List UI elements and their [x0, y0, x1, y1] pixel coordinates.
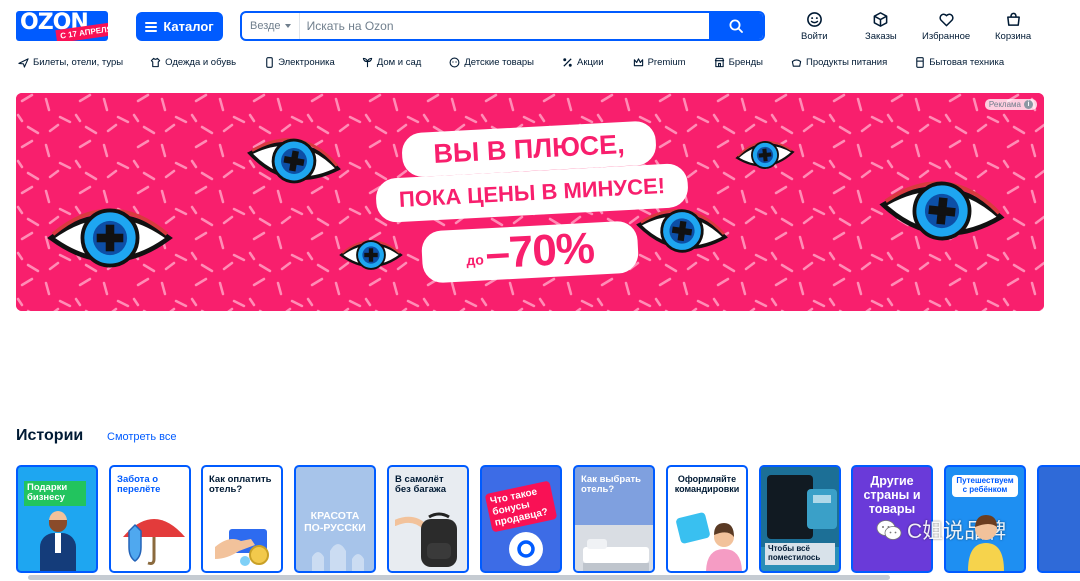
appliance-icon	[916, 56, 925, 68]
search-button[interactable]	[709, 13, 763, 39]
category-label: Premium	[647, 56, 686, 68]
user-face-icon	[806, 12, 822, 27]
category-kids[interactable]: Детские товары	[449, 57, 534, 68]
catalog-button[interactable]: Каталог	[136, 12, 223, 41]
discount-prefix: до	[465, 251, 485, 269]
story-card[interactable]: Как оплатить отель?	[201, 465, 283, 573]
favorites-button[interactable]: Избранное	[922, 11, 970, 42]
category-appliances[interactable]: Бытовая техника	[915, 57, 1004, 68]
category-home[interactable]: Дом и сад	[362, 56, 422, 68]
discount-value: –70%	[484, 223, 596, 279]
story-label: Путешествуем с ребёнком	[952, 475, 1018, 497]
category-label: Одежда и обувь	[165, 56, 237, 68]
child-illustration	[960, 511, 1012, 571]
payment-illustration	[215, 511, 279, 571]
baby-icon	[449, 57, 460, 67]
story-label: Оформляйте командировки	[674, 474, 740, 494]
ad-label[interactable]: Реклама i	[984, 99, 1037, 110]
story-label: Как оплатить отель?	[209, 474, 272, 496]
story-label: Подарки бизнесу	[24, 481, 86, 506]
story-label: В самолёт без багажа	[395, 474, 447, 496]
plant-icon	[362, 57, 372, 67]
percent-icon	[563, 57, 572, 67]
backpack-illustration	[392, 503, 465, 571]
category-sales[interactable]: Акции	[562, 57, 604, 68]
login-label: Войти	[801, 31, 828, 42]
category-label: Бытовая техника	[929, 56, 1005, 68]
info-icon: i	[1024, 100, 1033, 109]
category-nav: Билеты, отели, туры Одежда и обувь Элект…	[18, 54, 1004, 70]
catalog-label: Каталог	[163, 19, 214, 34]
orders-label: Заказы	[865, 31, 897, 42]
search-icon	[729, 19, 743, 33]
story-card[interactable]: Что такое бонусы продавца?	[480, 465, 562, 573]
bed-illustration	[575, 525, 653, 571]
story-label: Другие страны и товары	[863, 474, 921, 516]
stories-scrollbar[interactable]	[28, 575, 890, 580]
ozon-logo[interactable]: OZON С 17 АПРЕЛЯ	[16, 11, 108, 41]
story-label: Как выбрать отель?	[581, 474, 641, 496]
clothes-icon	[150, 57, 161, 67]
search-input[interactable]	[299, 13, 709, 39]
ad-label-text: Реклама	[988, 100, 1021, 109]
category-electronics[interactable]: Электроника	[265, 57, 335, 68]
category-premium[interactable]: Premium	[633, 57, 686, 68]
login-button[interactable]: Войти	[801, 11, 828, 42]
cart-button[interactable]: Корзина	[995, 11, 1031, 42]
category-label: Дом и сад	[376, 56, 422, 68]
story-card[interactable]: Подарки бизнесу	[16, 465, 98, 573]
category-label: Билеты, отели, туры	[33, 56, 124, 68]
cart-icon	[1006, 12, 1020, 26]
crown-icon	[633, 57, 643, 66]
category-label: Акции	[577, 56, 604, 68]
plane-icon	[18, 57, 29, 68]
story-label: Забота о перелёте	[117, 474, 161, 496]
search-scope-select[interactable]: Везде	[242, 13, 300, 39]
domes-illustration	[304, 537, 370, 571]
category-label: Детские товары	[464, 56, 534, 68]
heart-icon	[938, 13, 954, 27]
category-label: Бренды	[728, 56, 763, 68]
story-label: Чтобы всё поместилось	[765, 543, 835, 565]
story-label: КРАСОТА ПО-РУССКИ	[304, 510, 366, 534]
category-brands[interactable]: Бренды	[714, 57, 763, 68]
suitcase-illustration	[761, 467, 839, 552]
umbrella-illustration	[121, 507, 187, 571]
story-label: Что такое бонусы продавца?	[484, 480, 558, 533]
category-clothes[interactable]: Одежда и обувь	[150, 57, 236, 68]
category-tickets[interactable]: Билеты, отели, туры	[18, 57, 123, 68]
story-card[interactable]: В самолёт без багажа	[387, 465, 469, 573]
person-illustration	[40, 511, 76, 571]
checklist-illustration	[674, 507, 744, 571]
search-bar: Везде	[240, 11, 765, 41]
story-card[interactable]: Чтобы всё поместилось	[759, 465, 841, 573]
story-card[interactable]: Как выбрать отель?	[573, 465, 655, 573]
stories-title: Истории	[16, 427, 84, 444]
wechat-icon	[876, 520, 902, 540]
store-icon	[714, 57, 724, 67]
search-scope-label: Везде	[250, 20, 281, 32]
favorites-label: Избранное	[922, 31, 971, 42]
box-icon	[873, 12, 888, 27]
phone-icon	[266, 56, 273, 68]
category-label: Электроника	[278, 56, 335, 68]
coin-illustration	[506, 529, 546, 571]
story-card[interactable]	[1037, 465, 1080, 573]
story-card[interactable]: Оформляйте командировки	[666, 465, 748, 573]
orders-button[interactable]: Заказы	[865, 11, 897, 42]
category-food[interactable]: Продукты питания	[791, 57, 887, 68]
category-label: Продукты питания	[806, 56, 888, 68]
cart-label: Корзина	[995, 31, 1032, 42]
menu-icon	[145, 21, 158, 32]
header: OZON С 17 АПРЕЛЯ Каталог Везде Войти Зак…	[0, 0, 1080, 46]
story-card[interactable]: Забота о перелёте	[109, 465, 191, 573]
story-card[interactable]: КРАСОТА ПО-РУССКИ	[294, 465, 376, 573]
food-icon	[791, 58, 802, 67]
caret-down-icon	[284, 24, 291, 28]
stories-see-all-link[interactable]: Смотреть все	[107, 431, 176, 443]
promo-banner[interactable]: Реклама i ВЫ В ПЛЮСЕ, ПОКА ЦЕНЫ В МИНУСЕ…	[16, 93, 1044, 311]
